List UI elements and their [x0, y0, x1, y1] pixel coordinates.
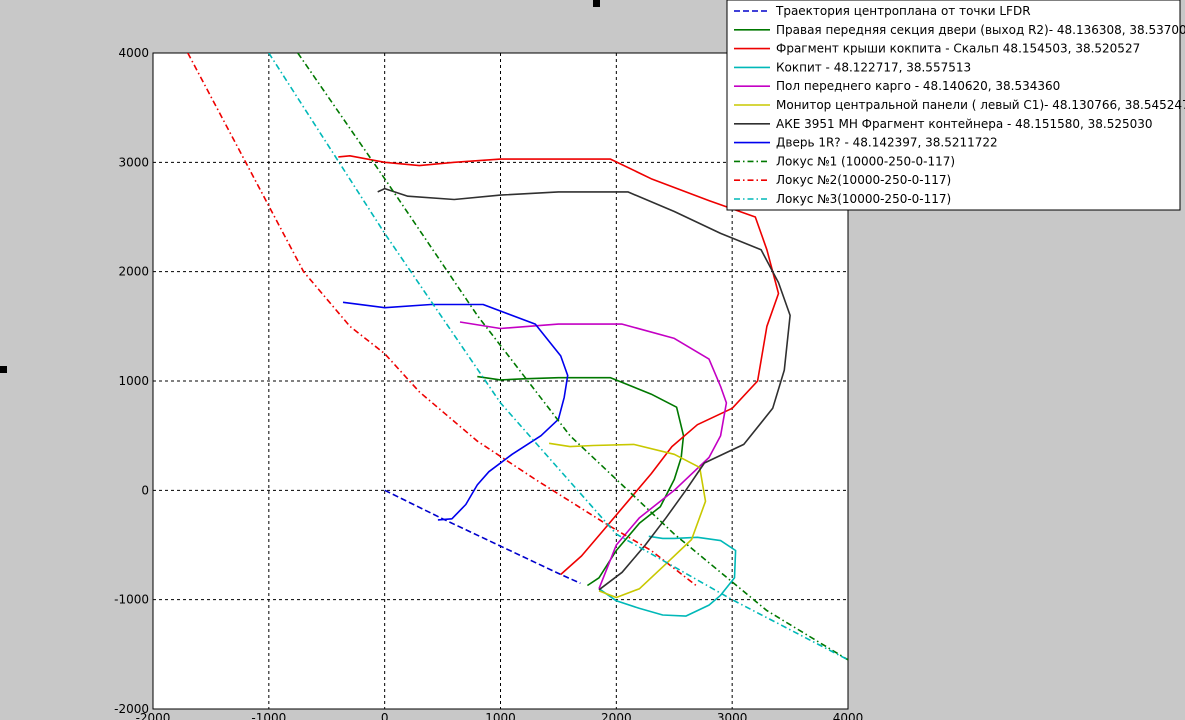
x-tick-label: -1000 — [251, 711, 286, 720]
legend-label: Фрагмент крыши кокпита - Скальп 48.15450… — [776, 42, 1140, 56]
y-tick-label: 1000 — [118, 374, 149, 388]
y-tick-label: -2000 — [114, 702, 149, 716]
legend: Траектория центроплана от точки LFDR Прав… — [726, 0, 1185, 211]
y-tick-label: 4000 — [118, 46, 149, 60]
resize-handle-left[interactable] — [0, 366, 7, 373]
legend-label: Локус №1 (10000-250-0-117) — [776, 154, 955, 168]
x-tick-label: 2000 — [601, 711, 632, 720]
x-tick-label: 0 — [381, 711, 389, 720]
legend-label: Дверь 1R? - 48.142397, 38.5211722 — [776, 136, 998, 150]
x-tick-label: 4000 — [833, 711, 864, 720]
legend-label: Правая передняя секция двери (выход R2)-… — [776, 23, 1185, 37]
legend-label: Монитор центральной панели ( левый С1)- … — [776, 98, 1185, 112]
y-tick-label: 0 — [141, 483, 149, 497]
legend-label: Пол переднего карго - 48.140620, 38.5343… — [776, 79, 1060, 93]
y-tick-label: -1000 — [114, 593, 149, 607]
legend-label: Локус №3(10000-250-0-117) — [776, 192, 951, 206]
resize-handle-top[interactable] — [593, 0, 600, 7]
x-tick-label: 3000 — [717, 711, 748, 720]
chart-canvas: -2000 -1000 0 1000 2000 3000 4000-2000-1000010… — [114, 0, 1185, 720]
legend-label: АКЕ 3951 МН Фрагмент контейнера - 48.151… — [776, 117, 1153, 131]
legend-label: Кокпит - 48.122717, 38.557513 — [776, 60, 971, 74]
y-tick-label: 3000 — [118, 155, 149, 169]
x-tick-label: 1000 — [485, 711, 516, 720]
y-tick-label: 2000 — [118, 265, 149, 279]
legend-label: Локус №2(10000-250-0-117) — [776, 173, 951, 187]
legend-label: Траектория центроплана от точки LFDR — [775, 4, 1031, 18]
